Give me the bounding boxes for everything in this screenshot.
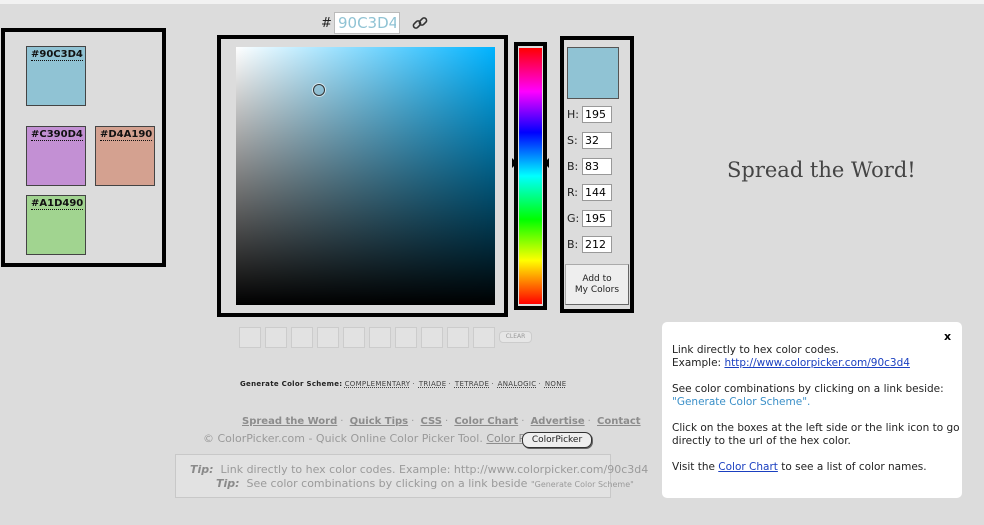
tip-text-2: See color combinations by clicking on a … — [246, 477, 528, 490]
color-preview — [567, 47, 619, 99]
tip-line-1: Tip: Link directly to hex color codes. E… — [190, 463, 648, 476]
swatch-label: #D4A190 — [100, 129, 153, 141]
footer-link-spread[interactable]: Spread the Word — [242, 416, 337, 427]
my-color-slot[interactable] — [447, 327, 469, 348]
swatch-scheme-3[interactable]: #A1D490 — [26, 195, 86, 255]
s-input[interactable] — [582, 132, 612, 149]
scheme-analogic[interactable]: ANALOGIC — [498, 380, 537, 388]
add-to-my-colors-button[interactable]: Add to My Colors — [565, 264, 629, 305]
brightness-input[interactable] — [582, 158, 612, 175]
scheme-none[interactable]: NONE — [545, 380, 567, 388]
swatch-label: #A1D490 — [31, 198, 84, 210]
scheme-complementary[interactable]: COMPLEMENTARY — [345, 380, 411, 388]
tip-text-1: Link directly to hex color codes. Exampl… — [220, 463, 649, 476]
swatch-scheme-1[interactable]: #C390D4 — [26, 126, 86, 186]
close-icon[interactable]: x — [944, 330, 951, 343]
saturation-value-area[interactable] — [236, 47, 495, 305]
footer-link-contact[interactable]: Contact — [597, 416, 641, 427]
blue-label: B: — [567, 238, 579, 251]
my-color-slot[interactable] — [473, 327, 495, 348]
info-p2-line1: See color combinations by clicking on a … — [672, 383, 944, 395]
footer-link-advertise[interactable]: Advertise — [531, 416, 585, 427]
hue-arrow-left-icon[interactable] — [512, 158, 517, 168]
blue-input[interactable] — [582, 236, 612, 253]
example-link[interactable]: http://www.colorpicker.com/90c3d4 — [724, 357, 910, 369]
footer-links: Spread the Word · Quick Tips · CSS · Color … — [242, 416, 641, 427]
g-input[interactable] — [582, 210, 612, 227]
scheme-tetrade[interactable]: TETRADE — [455, 380, 489, 388]
info-p3-line2: directly to the url of the hex color. — [672, 435, 851, 447]
my-color-slot[interactable] — [265, 327, 287, 348]
footer-link-css[interactable]: CSS — [420, 416, 441, 427]
scheme-label: Generate Color Scheme: — [240, 380, 343, 388]
tip-line-2: Tip: See color combinations by clicking … — [216, 477, 634, 490]
hue-slider[interactable] — [519, 48, 542, 304]
swatch-main[interactable]: #90C3D4 — [26, 46, 86, 106]
footer-link-color-chart[interactable]: Color Chart — [454, 416, 518, 427]
sv-cursor[interactable] — [313, 84, 325, 96]
hex-input[interactable] — [334, 12, 400, 34]
tip-text-2-small: "Generate Color Scheme" — [530, 480, 634, 489]
scheme-row: Generate Color Scheme: COMPLEMENTARY · TR… — [240, 380, 567, 388]
clear-button[interactable]: CLEAR — [499, 331, 532, 343]
my-color-slot[interactable] — [421, 327, 443, 348]
my-color-slot[interactable] — [239, 327, 261, 348]
r-input[interactable] — [582, 184, 612, 201]
scheme-quote: "Generate Color Scheme". — [672, 396, 811, 408]
colorpicker-badge-button[interactable]: ColorPicker — [522, 432, 592, 448]
my-color-slot[interactable] — [395, 327, 417, 348]
my-color-slot[interactable] — [369, 327, 391, 348]
footer-link-tips[interactable]: Quick Tips — [350, 416, 408, 427]
visit-prefix: Visit the — [672, 461, 719, 473]
link-icon[interactable] — [410, 14, 430, 34]
tip-box — [175, 454, 611, 498]
info-p2-line2: "Generate Color Scheme". — [672, 396, 810, 409]
copyright-text: © ColorPicker.com - Quick Online Color P… — [203, 432, 483, 445]
info-p4: Visit the Color Chart to see a list of c… — [672, 461, 927, 474]
hex-hash-label: # — [321, 16, 332, 31]
info-p1-line1: Link directly to hex color codes. — [672, 344, 840, 356]
info-p3-line1: Click on the boxes at the left side or t… — [672, 422, 960, 434]
example-prefix: Example: — [672, 357, 725, 369]
color-chart-link[interactable]: Color Chart — [718, 461, 778, 473]
tip-label: Tip: — [216, 477, 240, 490]
my-color-slot[interactable] — [291, 327, 313, 348]
info-p1-line2: Example: http://www.colorpicker.com/90c3… — [672, 357, 910, 370]
s-label: S: — [567, 134, 578, 147]
b-label: B: — [567, 160, 579, 173]
swatch-label: #90C3D4 — [31, 49, 83, 61]
hue-arrow-right-icon[interactable] — [544, 158, 549, 168]
spread-the-word-heading: Spread the Word! — [727, 158, 916, 182]
my-color-slot[interactable] — [343, 327, 365, 348]
add-button-line2: My Colors — [574, 285, 620, 295]
visit-suffix: to see a list of color names. — [777, 461, 927, 473]
scheme-triade[interactable]: TRIADE — [419, 380, 447, 388]
h-input[interactable] — [582, 106, 612, 123]
r-label: R: — [567, 186, 579, 199]
h-label: H: — [567, 108, 579, 121]
tip-label: Tip: — [190, 463, 214, 476]
swatch-scheme-2[interactable]: #D4A190 — [95, 126, 155, 186]
swatch-label: #C390D4 — [31, 129, 83, 141]
footer-copyright: © ColorPicker.com - Quick Online Color P… — [203, 432, 551, 445]
top-border — [0, 0, 984, 4]
my-color-slot[interactable] — [317, 327, 339, 348]
g-label: G: — [567, 212, 580, 225]
add-button-line1: Add to — [582, 274, 612, 284]
